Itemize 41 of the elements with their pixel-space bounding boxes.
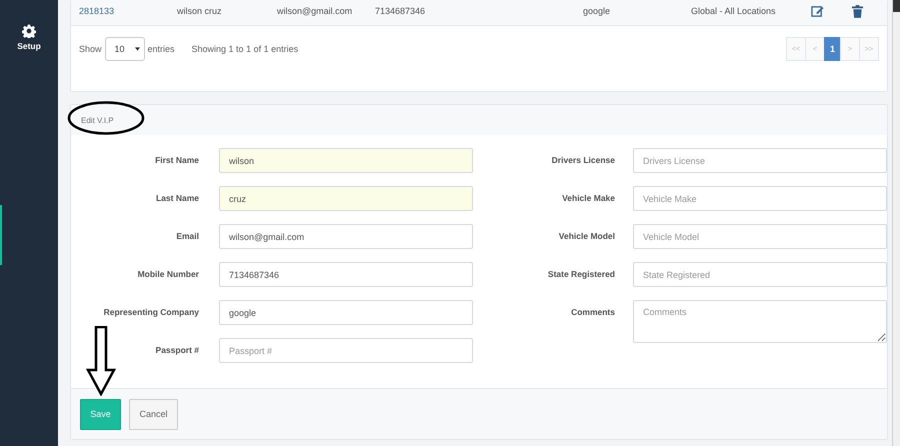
comments-field[interactable]: Comments (633, 300, 887, 343)
nav-label[interactable]: Setup (17, 41, 41, 51)
field-label: First Name (154, 154, 199, 165)
table-cell: wilson@gmail.com (277, 6, 352, 16)
input-field[interactable]: Vehicle Make (633, 186, 887, 211)
nav-indicator (0, 205, 2, 265)
input-field[interactable]: google (219, 300, 473, 325)
form-title: Edit V.I.P (81, 116, 114, 124)
field-label: Drivers License (550, 154, 615, 165)
field-label: State Registered (546, 268, 615, 279)
field-label: Representing Company (102, 306, 199, 317)
field-label: Comments (570, 306, 615, 317)
input-field[interactable]: Drivers License (633, 148, 887, 173)
input-field[interactable]: State Registered (633, 262, 887, 287)
field-label: Passport # (154, 344, 199, 355)
table-cell: wilson cruz (177, 6, 222, 16)
field-label: Last Name (155, 192, 199, 203)
input-field[interactable]: Vehicle Model (633, 224, 887, 249)
trash-icon[interactable] (852, 5, 863, 18)
input-field[interactable]: Passport # (219, 338, 473, 363)
page-button[interactable]: 1 (824, 37, 841, 61)
table-cell: 7134687346 (375, 6, 426, 16)
input-field[interactable]: wilson@gmail.com (219, 224, 473, 249)
edit-icon[interactable] (811, 5, 824, 18)
field-label: Vehicle Make (561, 192, 615, 203)
table-info: Showing 1 to 1 of 1 entries (192, 44, 298, 54)
input-field[interactable]: wilson (219, 148, 473, 173)
id-link[interactable]: 2818133 (79, 6, 114, 16)
field-label: Mobile Number (136, 268, 199, 279)
cancel-button[interactable]: Cancel (129, 398, 178, 430)
entries-label: entries (148, 44, 175, 54)
input-field[interactable]: cruz (219, 186, 473, 211)
table-cell: google (583, 6, 610, 16)
field-label: Vehicle Model (558, 230, 615, 241)
caret-icon (134, 47, 140, 51)
input-field[interactable]: 7134687346 (219, 262, 473, 287)
table-cell: Global - All Locations (691, 6, 776, 16)
entries-select[interactable]: 10 (104, 37, 145, 61)
field-label: Email (175, 230, 199, 241)
show-label: Show (79, 44, 102, 54)
settings-icon (22, 24, 36, 38)
